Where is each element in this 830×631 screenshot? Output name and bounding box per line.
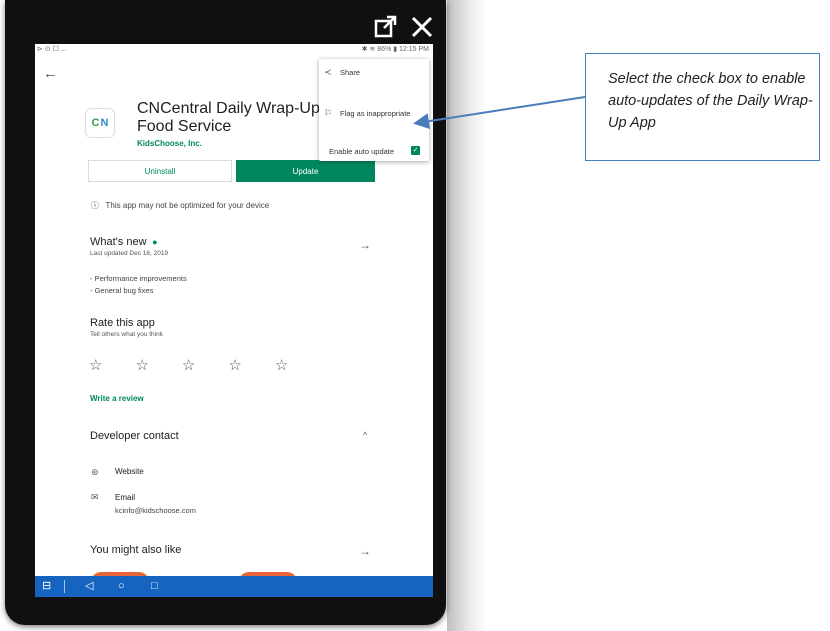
callout-connector <box>413 96 586 130</box>
callout-arrow <box>413 96 586 130</box>
